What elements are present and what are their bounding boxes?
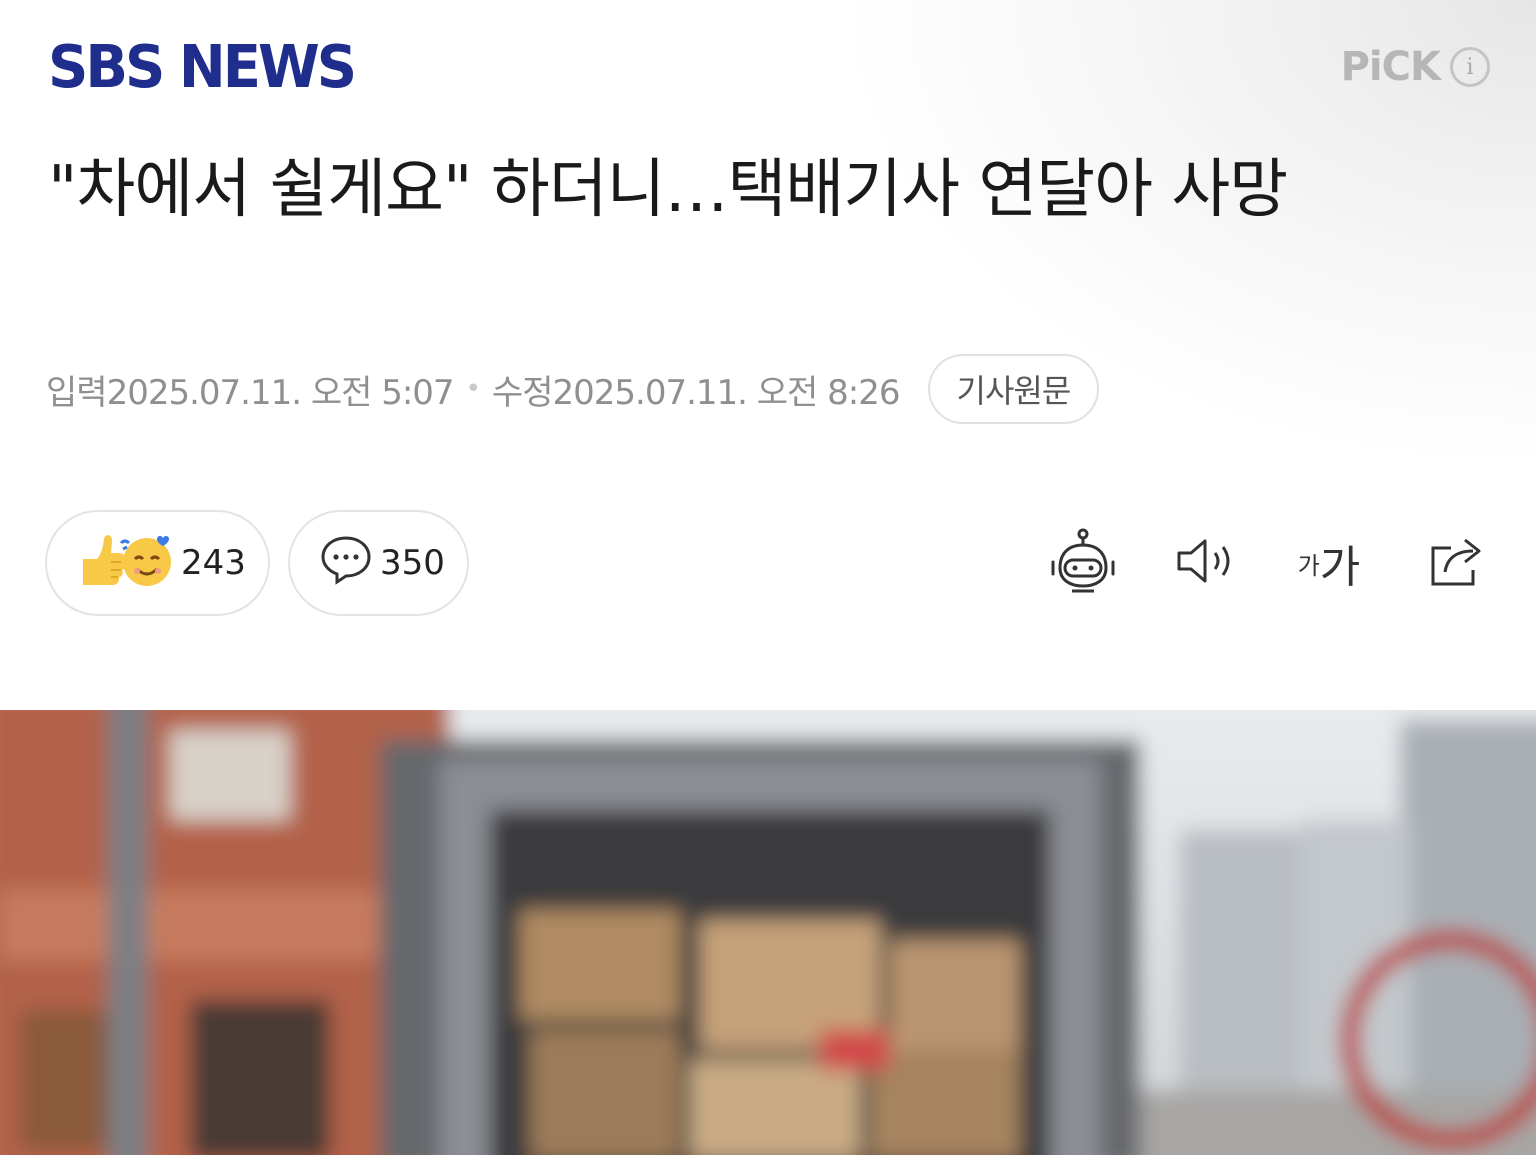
comment-button[interactable]: 350: [288, 510, 469, 616]
pick-badge[interactable]: PiCK i: [1341, 40, 1490, 94]
comment-count: 350: [380, 543, 445, 583]
article-photo: [0, 710, 1536, 1155]
original-article-button[interactable]: 기사원문: [927, 354, 1100, 424]
sbs-news-logo[interactable]: SBS NEWS: [48, 34, 357, 101]
speaker-icon: [1175, 536, 1237, 590]
font-big-label: 가: [1319, 542, 1361, 593]
font-small-label: 가: [1297, 551, 1320, 580]
robot-icon: [1048, 528, 1118, 598]
reaction-count: 243: [181, 543, 246, 583]
article-meta: 입력 2025.07.11. 오전 5:07 • 수정 2025.07.11. …: [46, 354, 1100, 424]
text-to-speech-button[interactable]: [1172, 520, 1240, 606]
reaction-button[interactable]: 243: [45, 510, 270, 616]
reaction-emoji-icon: [77, 529, 173, 598]
share-button[interactable]: [1424, 520, 1488, 606]
info-icon[interactable]: i: [1450, 47, 1490, 87]
comment-icon: [320, 533, 372, 594]
input-label: 입력: [46, 372, 108, 413]
modified-time: 2025.07.11. 오전 8:26: [552, 372, 900, 413]
input-time: 2025.07.11. 오전 5:07: [106, 372, 455, 413]
summary-robot-button[interactable]: [1046, 520, 1120, 606]
font-size-button[interactable]: 가 가: [1292, 520, 1366, 606]
article-title: "차에서 쉴게요" 하더니…택배기사 연달아 사망: [48, 153, 1288, 227]
meta-separator: •: [465, 374, 481, 404]
delivery-truck-photo: [0, 710, 1536, 1155]
pick-label: PiCK: [1340, 44, 1441, 90]
modified-label: 수정: [491, 372, 554, 413]
share-icon: [1427, 534, 1485, 592]
